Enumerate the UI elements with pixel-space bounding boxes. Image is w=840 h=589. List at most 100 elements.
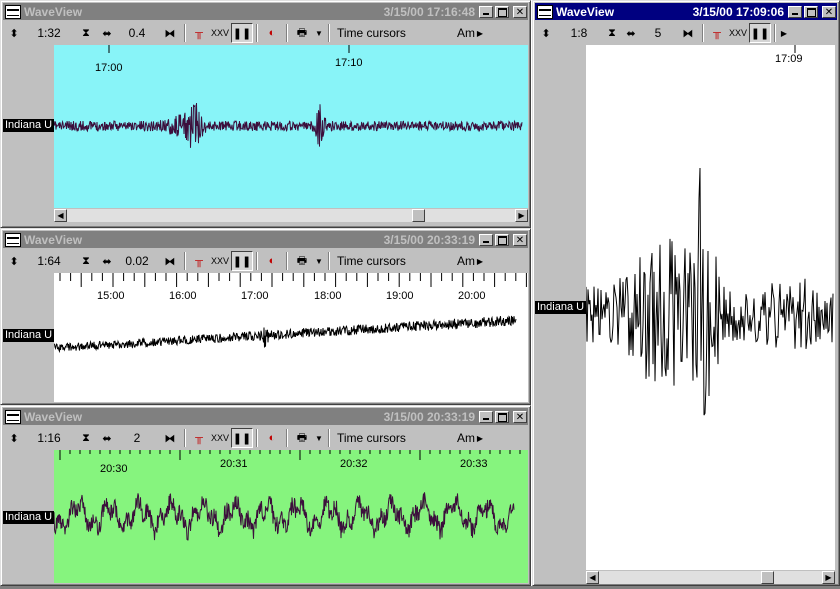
print-icon[interactable]: 🖶	[291, 251, 313, 271]
amplitude-label[interactable]: Am	[457, 251, 475, 271]
waveform-plot[interactable]: 15:00 16:00 17:00 18:00 19:00 20:00	[54, 273, 528, 402]
cursor-mode-label[interactable]: Time cursors	[333, 251, 457, 271]
time-scale-value[interactable]: 1:16	[25, 428, 73, 448]
minimize-button[interactable]	[479, 410, 493, 423]
time-zoom-icon[interactable]: ⧗	[73, 428, 99, 448]
horizontal-scroll-icon[interactable]: ⬌	[99, 251, 115, 271]
station-label: Indiana U	[3, 329, 55, 342]
time-zoom-icon[interactable]: ⧗	[73, 251, 99, 271]
vertical-scroll-icon[interactable]: ⬍	[535, 23, 557, 43]
waveview-app-icon[interactable]	[5, 409, 21, 424]
scroll-left-button[interactable]: ◀	[586, 571, 599, 584]
print-dropdown-icon[interactable]: ▼	[313, 251, 325, 271]
scroll-right-button[interactable]: ▶	[515, 209, 528, 222]
spectrum-icon[interactable]: ◐	[261, 23, 283, 43]
minimize-button[interactable]	[479, 233, 493, 246]
more-arrow-icon[interactable]: ▶	[475, 23, 485, 43]
gain-zoom-icon[interactable]: ⧓	[159, 23, 181, 43]
waveform-plot[interactable]: 17:09	[586, 45, 835, 570]
waveview-window-3[interactable]: WaveView 3/15/00 20:33:19 ✕ ⬍ 1:16 ⧗ ⬌ 2…	[0, 405, 531, 586]
waveview-app-icon[interactable]	[5, 4, 21, 19]
waveform-icon[interactable]: XXV	[209, 251, 231, 271]
horizontal-scroll-icon[interactable]: ⬌	[623, 23, 639, 43]
minimize-button[interactable]	[479, 5, 493, 18]
spectrum-icon[interactable]: ◐	[261, 251, 283, 271]
horizontal-scrollbar[interactable]: ◀ ▶	[54, 208, 528, 222]
station-label: Indiana U	[535, 301, 587, 314]
time-zoom-icon[interactable]: ⧗	[601, 23, 623, 43]
time-zoom-icon[interactable]: ⧗	[73, 23, 99, 43]
close-button[interactable]: ✕	[513, 233, 527, 246]
filter-icon[interactable]: ╥	[189, 428, 209, 448]
toolbar: ⬍ 1:8 ⧗ ⬌ 5 ⧓ ╥ XXV ❚❚ ▶	[535, 21, 837, 45]
cursor-mode-label[interactable]: Time cursors	[333, 23, 457, 43]
horizontal-scroll-icon[interactable]: ⬌	[99, 23, 115, 43]
time-scale-value[interactable]: 1:32	[25, 23, 73, 43]
pause-button[interactable]: ❚❚	[231, 251, 253, 271]
vertical-scroll-icon[interactable]: ⬍	[3, 251, 25, 271]
print-dropdown-icon[interactable]: ▼	[313, 428, 325, 448]
title-bar[interactable]: WaveView 3/15/00 20:33:19 ✕	[3, 231, 528, 248]
waveform-plot[interactable]: 17:00 17:10	[54, 45, 528, 208]
waveview-window-2[interactable]: WaveView 3/15/00 20:33:19 ✕ ⬍ 1:64 ⧗ ⬌ 0…	[0, 228, 531, 405]
vertical-scroll-icon[interactable]: ⬍	[3, 428, 25, 448]
waveform-plot[interactable]: 20:30 20:31 20:32 20:33	[54, 450, 528, 583]
maximize-button[interactable]	[495, 233, 509, 246]
maximize-button[interactable]	[495, 410, 509, 423]
horizontal-scrollbar[interactable]: ◀ ▶	[586, 570, 835, 584]
print-dropdown-icon[interactable]: ▼	[313, 23, 325, 43]
gain-zoom-icon[interactable]: ⧓	[677, 23, 699, 43]
maximize-button[interactable]	[804, 5, 818, 18]
title-bar[interactable]: WaveView 3/15/00 17:09:06 ✕	[535, 3, 837, 20]
waveform-icon[interactable]: XXV	[727, 23, 749, 43]
scroll-right-button[interactable]: ▶	[822, 571, 835, 584]
waveview-window-1[interactable]: WaveView 3/15/00 17:16:48 ✕ ⬍ 1:32 ⧗ ⬌ 0…	[0, 0, 531, 228]
title-bar[interactable]: WaveView 3/15/00 17:16:48 ✕	[3, 3, 528, 20]
time-scale-value[interactable]: 1:64	[25, 251, 73, 271]
pause-button[interactable]: ❚❚	[231, 428, 253, 448]
waveview-app-icon[interactable]	[5, 232, 21, 247]
scroll-thumb[interactable]	[412, 209, 425, 222]
title-bar[interactable]: WaveView 3/15/00 20:33:19 ✕	[3, 408, 528, 425]
filter-icon[interactable]: ╥	[707, 23, 727, 43]
gain-zoom-icon[interactable]: ⧓	[159, 428, 181, 448]
cursor-mode-label[interactable]: Time cursors	[333, 428, 457, 448]
time-scale-value[interactable]: 1:8	[557, 23, 601, 43]
scroll-thumb[interactable]	[761, 571, 774, 584]
more-arrow-icon[interactable]: ▶	[779, 23, 789, 43]
close-button[interactable]: ✕	[513, 410, 527, 423]
maximize-button[interactable]	[495, 5, 509, 18]
time-tick-label: 20:00	[458, 290, 486, 302]
minimize-button[interactable]	[788, 5, 802, 18]
waveview-window-4[interactable]: WaveView 3/15/00 17:09:06 ✕ ⬍ 1:8 ⧗ ⬌ 5 …	[532, 0, 840, 586]
more-arrow-icon[interactable]: ▶	[475, 251, 485, 271]
toolbar-separator	[256, 429, 258, 447]
filter-icon[interactable]: ╥	[189, 23, 209, 43]
print-icon[interactable]: 🖶	[291, 23, 313, 43]
gain-value[interactable]: 0.4	[115, 23, 159, 43]
amplitude-label[interactable]: Am	[457, 23, 475, 43]
print-icon[interactable]: 🖶	[291, 428, 313, 448]
waveform-icon[interactable]: XXV	[209, 23, 231, 43]
more-arrow-icon[interactable]: ▶	[475, 428, 485, 448]
waveform-icon[interactable]: XXV	[209, 428, 231, 448]
gain-value[interactable]: 0.02	[115, 251, 159, 271]
pause-button[interactable]: ❚❚	[749, 23, 771, 43]
seismic-trace	[54, 492, 515, 541]
scroll-left-button[interactable]: ◀	[54, 209, 67, 222]
close-button[interactable]: ✕	[822, 5, 836, 18]
close-button[interactable]: ✕	[513, 5, 527, 18]
gain-value[interactable]: 2	[115, 428, 159, 448]
spectrum-icon[interactable]: ◐	[261, 428, 283, 448]
time-tick-label: 16:00	[169, 290, 197, 302]
toolbar: ⬍ 1:64 ⧗ ⬌ 0.02 ⧓ ╥ XXV ❚❚ ◐ 🖶 ▼ Time cu…	[3, 249, 528, 273]
time-tick-label: 18:00	[314, 290, 342, 302]
vertical-scroll-icon[interactable]: ⬍	[3, 23, 25, 43]
waveview-app-icon[interactable]	[537, 4, 553, 19]
amplitude-label[interactable]: Am	[457, 428, 475, 448]
gain-value[interactable]: 5	[639, 23, 677, 43]
horizontal-scroll-icon[interactable]: ⬌	[99, 428, 115, 448]
gain-zoom-icon[interactable]: ⧓	[159, 251, 181, 271]
filter-icon[interactable]: ╥	[189, 251, 209, 271]
pause-button[interactable]: ❚❚	[231, 23, 253, 43]
